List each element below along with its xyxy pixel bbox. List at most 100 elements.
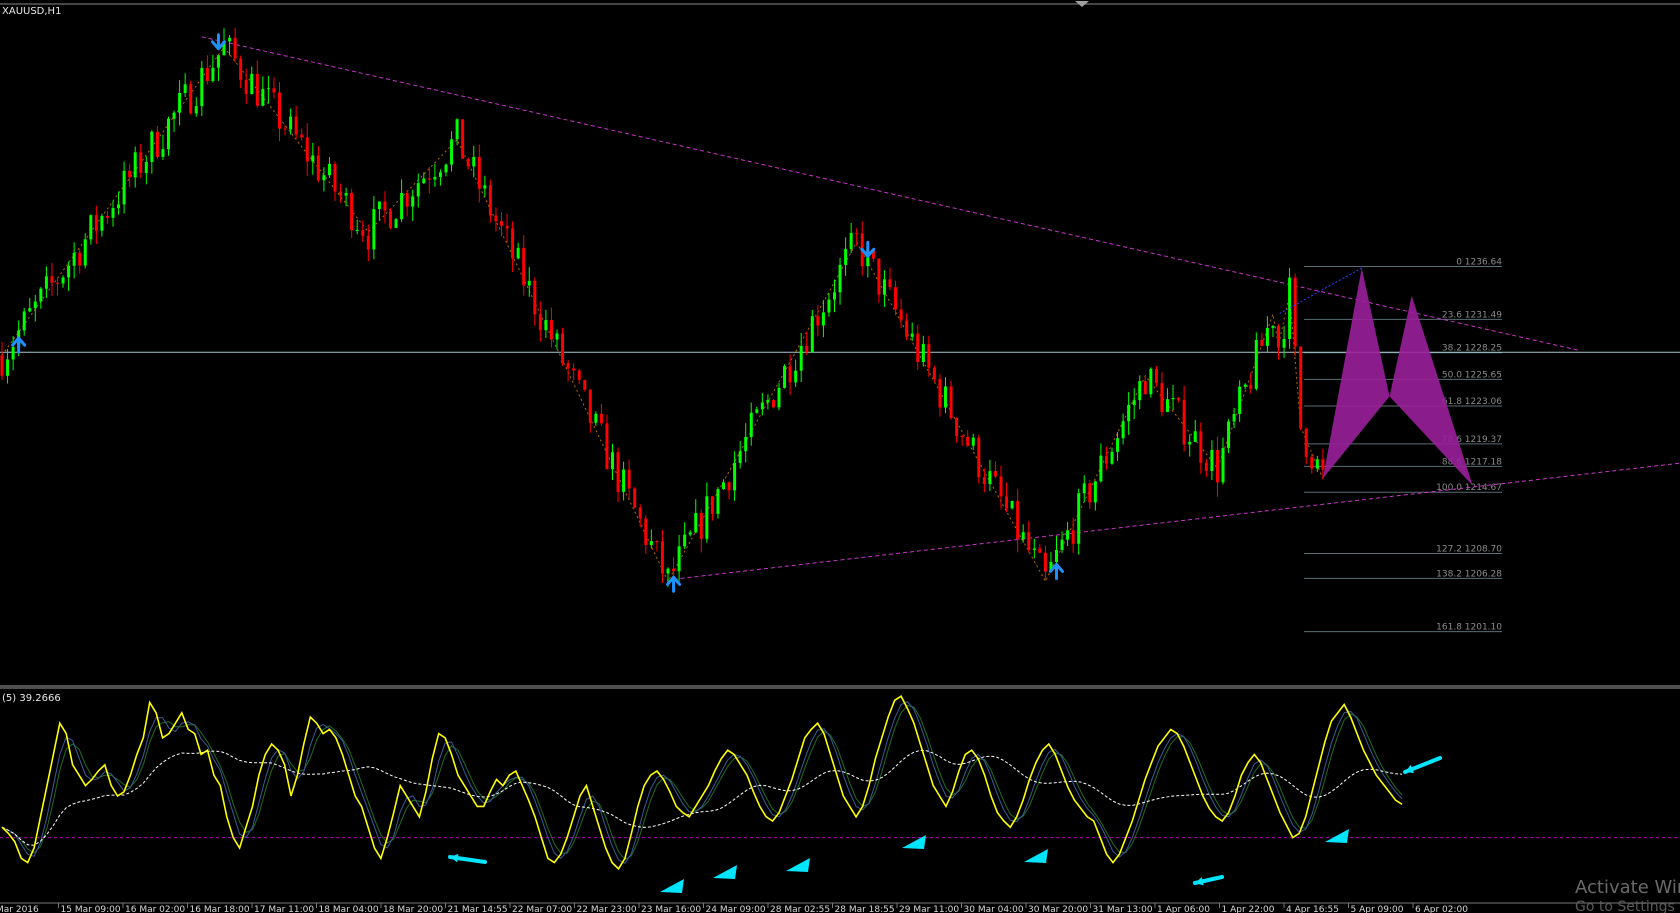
candle-body: [128, 170, 132, 178]
candle-body: [805, 345, 809, 353]
candle-body: [56, 282, 59, 284]
candle-body: [738, 451, 742, 463]
time-tick-label: 4 Apr 16:55: [1286, 905, 1339, 913]
candle-body: [150, 131, 154, 162]
candle-body: [1127, 405, 1131, 422]
candle-body: [211, 67, 215, 81]
candle-body: [505, 225, 509, 229]
candle-body: [1121, 421, 1125, 439]
time-tick-label: 24 Mar 09:00: [706, 905, 766, 913]
time-axis: Mar 2016 15 Mar 09:00 16 Mar 02:00 16 Mar 1…: [0, 903, 1468, 913]
candle-body: [877, 258, 881, 295]
watermark-activate: Activate Win: [1575, 877, 1680, 898]
candle-body: [89, 215, 93, 240]
candle-body: [733, 462, 737, 491]
indicator-label: (5) 39.2666: [2, 693, 61, 704]
time-tick-label: 17 Mar 11:00: [254, 905, 314, 913]
candle-body: [139, 152, 143, 173]
candle-body: [538, 314, 542, 331]
candle-body: [327, 163, 331, 176]
candle-body: [366, 235, 370, 250]
candle-body: [1310, 456, 1314, 469]
candle-body: [516, 247, 520, 259]
candle-body: [1099, 455, 1103, 482]
time-tick-label: 30 Mar 20:00: [1028, 905, 1088, 913]
fib-label: 0 1236.64: [1456, 258, 1502, 268]
candle-body: [561, 333, 565, 364]
candle-body: [239, 58, 243, 80]
candle-body: [1265, 327, 1269, 346]
candle-body: [688, 532, 692, 535]
candle-body: [305, 137, 309, 162]
candle-body: [1132, 400, 1136, 406]
candle-body: [855, 232, 859, 234]
candle-body: [311, 155, 315, 162]
candle-body: [705, 496, 709, 539]
symbol-label: XAUUSD,H1: [2, 6, 61, 17]
time-tick-label: 22 Mar 07:00: [512, 905, 572, 913]
candle-body: [233, 37, 237, 59]
candle-body: [1254, 340, 1258, 389]
candle-body: [1016, 501, 1020, 540]
candle-body: [161, 149, 165, 157]
candle-body: [383, 201, 387, 211]
candle-body: [1149, 368, 1153, 395]
candle-body: [1138, 381, 1142, 401]
candle-body: [389, 210, 392, 228]
candle-body: [605, 423, 609, 470]
candle-body: [122, 170, 126, 205]
candle-body: [555, 333, 559, 340]
candle-body: [100, 215, 104, 231]
candle-body: [350, 192, 354, 231]
candle-body: [1010, 501, 1014, 509]
candle-body: [117, 204, 121, 209]
candle-body: [144, 161, 148, 173]
fib-label: 138.2 1206.28: [1436, 569, 1502, 579]
candle-body: [1166, 399, 1169, 412]
candle-body: [1288, 277, 1292, 340]
candle-body: [339, 191, 343, 196]
candle-body: [500, 221, 503, 226]
candle-body: [977, 437, 981, 478]
candle-body: [882, 279, 886, 295]
candle-body: [971, 437, 975, 446]
candle-body: [821, 312, 825, 326]
time-tick-label: 28 Mar 18:55: [835, 905, 895, 913]
candle-body: [572, 368, 576, 371]
candle-body: [1260, 340, 1264, 346]
candle-body: [766, 399, 770, 403]
candle-body: [899, 309, 903, 321]
candle-body: [355, 229, 359, 231]
candle-body: [810, 316, 814, 353]
candle-body: [22, 311, 26, 331]
candle-body: [433, 176, 437, 180]
candle-body: [1021, 532, 1025, 540]
candle-body: [744, 437, 748, 452]
candle-body: [278, 92, 281, 129]
candle-body: [827, 299, 831, 313]
watermark-settings: Go to Settings t: [1575, 899, 1680, 913]
candle-body: [1293, 277, 1297, 347]
candle-body: [1071, 530, 1075, 544]
fib-label: 100.0 1214.67: [1436, 483, 1502, 493]
candle-body: [794, 370, 798, 383]
candle-body: [266, 88, 270, 90]
candle-body: [205, 68, 209, 81]
candle-body: [816, 316, 820, 326]
candle-body: [566, 363, 570, 369]
candle-body: [905, 320, 909, 337]
candle-body: [577, 370, 581, 380]
candle-body: [294, 116, 298, 135]
candle-body: [549, 319, 553, 340]
candle-body: [544, 319, 548, 331]
candle-body: [960, 435, 964, 437]
chart-background: [0, 0, 1680, 913]
candle-body: [910, 333, 914, 337]
candle-body: [755, 409, 759, 413]
candle-body: [133, 152, 137, 178]
candle-body: [583, 379, 587, 390]
candle-body: [444, 164, 448, 173]
candle-body: [666, 568, 670, 574]
candle-body: [683, 534, 687, 547]
candle-body: [699, 512, 703, 539]
